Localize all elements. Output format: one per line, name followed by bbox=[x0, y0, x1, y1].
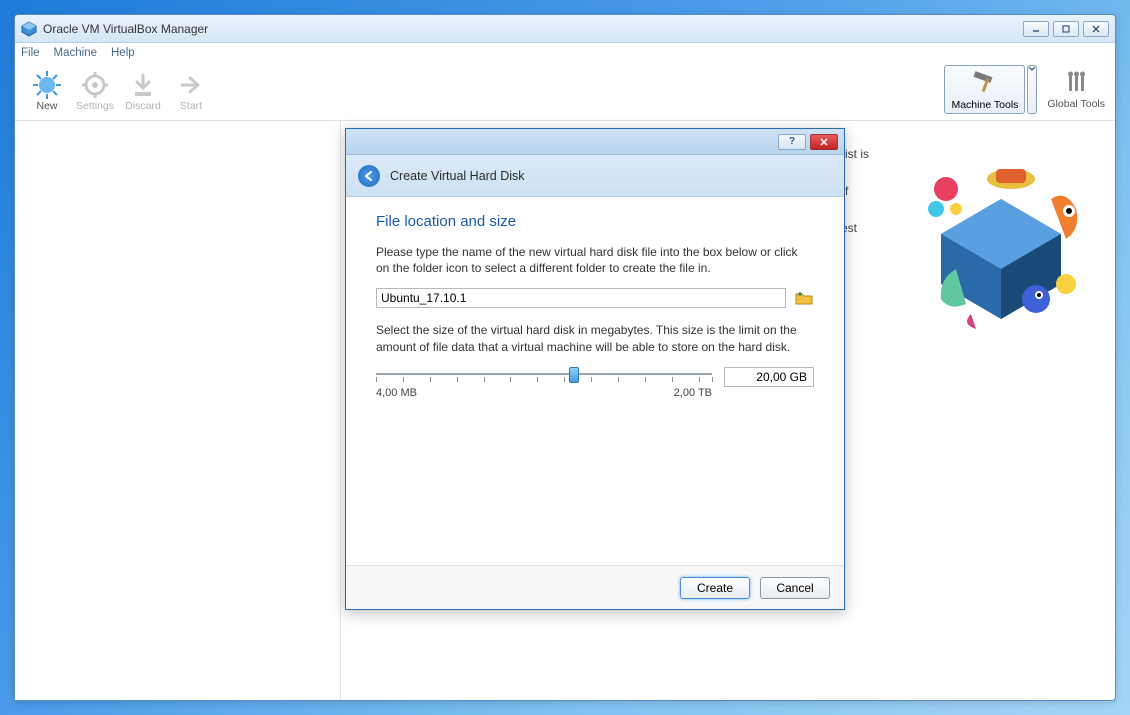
arrow-left-icon bbox=[363, 170, 375, 182]
browse-folder-button[interactable] bbox=[794, 288, 814, 308]
dialog-paragraph-1: Please type the name of the new virtual … bbox=[376, 244, 814, 276]
settings-button[interactable]: Settings bbox=[71, 70, 119, 112]
back-button[interactable] bbox=[358, 165, 380, 187]
dialog-titlebar: ? bbox=[346, 129, 844, 155]
global-tools-button[interactable]: Global Tools bbox=[1043, 65, 1109, 112]
start-label: Start bbox=[180, 100, 202, 112]
vm-list-sidebar[interactable] bbox=[15, 121, 341, 700]
start-arrow-icon bbox=[176, 70, 206, 100]
cancel-button[interactable]: Cancel bbox=[760, 577, 830, 599]
machine-tools-dropdown[interactable] bbox=[1027, 65, 1037, 114]
minimize-button[interactable] bbox=[1023, 21, 1049, 37]
dialog-paragraph-2: Select the size of the virtual hard disk… bbox=[376, 322, 814, 354]
virtualbox-icon bbox=[21, 21, 37, 37]
window-buttons bbox=[1023, 21, 1109, 37]
create-disk-dialog: ? Create Virtual Hard Disk File location… bbox=[345, 128, 845, 610]
wrench-icon bbox=[1061, 69, 1091, 98]
virtualbox-mascot-image bbox=[901, 139, 1101, 339]
size-slider[interactable] bbox=[376, 367, 712, 385]
dialog-heading: File location and size bbox=[376, 213, 814, 230]
new-label: New bbox=[36, 100, 57, 112]
discard-icon bbox=[128, 70, 158, 100]
menubar: File Machine Help bbox=[15, 43, 1115, 63]
settings-label: Settings bbox=[76, 100, 114, 112]
machine-tools-button[interactable]: Machine Tools bbox=[944, 65, 1025, 114]
file-location-input[interactable] bbox=[376, 288, 786, 308]
discard-label: Discard bbox=[125, 100, 161, 112]
chevron-down-icon bbox=[1028, 66, 1036, 72]
discard-button[interactable]: Discard bbox=[119, 70, 167, 112]
start-button[interactable]: Start bbox=[167, 70, 215, 112]
new-button[interactable]: New bbox=[23, 70, 71, 112]
size-input[interactable] bbox=[724, 367, 814, 387]
slider-thumb[interactable] bbox=[569, 367, 579, 383]
titlebar: Oracle VM VirtualBox Manager bbox=[15, 15, 1115, 43]
folder-icon bbox=[794, 288, 814, 308]
close-button[interactable] bbox=[1083, 21, 1109, 37]
dialog-footer: Create Cancel bbox=[346, 565, 844, 609]
gear-icon bbox=[80, 70, 110, 100]
dialog-close-button[interactable] bbox=[810, 134, 838, 150]
sunburst-icon bbox=[32, 70, 62, 100]
toolbar: New Settings Discard Start bbox=[15, 63, 1115, 121]
hammer-icon bbox=[970, 70, 1000, 99]
maximize-button[interactable] bbox=[1053, 21, 1079, 37]
global-tools-label: Global Tools bbox=[1047, 98, 1105, 110]
menu-file[interactable]: File bbox=[21, 47, 40, 59]
dialog-body: File location and size Please type the n… bbox=[346, 197, 844, 413]
window-title: Oracle VM VirtualBox Manager bbox=[43, 22, 1023, 36]
slider-min-label: 4,00 MB bbox=[376, 387, 417, 399]
machine-tools-label: Machine Tools bbox=[951, 99, 1018, 111]
dialog-title-text: Create Virtual Hard Disk bbox=[390, 169, 525, 183]
create-button[interactable]: Create bbox=[680, 577, 750, 599]
menu-machine[interactable]: Machine bbox=[54, 47, 97, 59]
dialog-help-button[interactable]: ? bbox=[778, 134, 806, 150]
slider-max-label: 2,00 TB bbox=[674, 387, 712, 399]
menu-help[interactable]: Help bbox=[111, 47, 135, 59]
close-icon bbox=[820, 138, 828, 146]
dialog-header: Create Virtual Hard Disk bbox=[346, 155, 844, 197]
